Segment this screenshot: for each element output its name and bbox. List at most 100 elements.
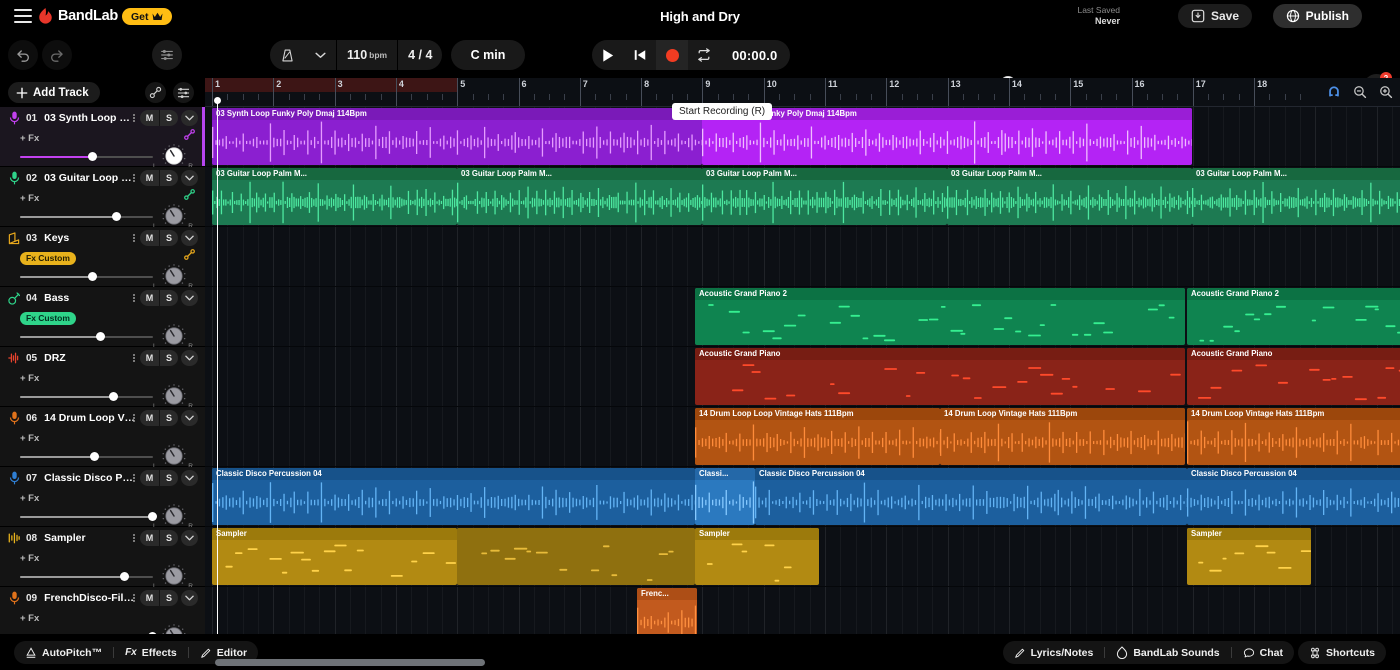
clip[interactable]: 03 Guitar Loop Palm M...	[947, 168, 1192, 225]
track-volume-knob[interactable]	[88, 152, 97, 161]
track-header[interactable]: 06 14 Drum Loop Vint... MS + FxLR	[0, 407, 205, 470]
track-fx-custom-badge[interactable]: Fx Custom	[20, 311, 76, 325]
track-add-fx-button[interactable]: + Fx	[20, 133, 39, 144]
track-solo-button[interactable]: S	[159, 110, 178, 126]
track-lane[interactable]: 03 Synth Loop Funky Poly Dmaj 114Bpm 03 S…	[205, 107, 1400, 167]
track-name[interactable]: Keys	[44, 232, 69, 244]
magnet-snap-button[interactable]	[1324, 82, 1344, 102]
track-link-icon[interactable]	[183, 188, 196, 201]
bpm-control[interactable]: 110 bpm	[336, 40, 397, 70]
clip[interactable]: Classi...	[695, 468, 755, 525]
track-name[interactable]: 03 Guitar Loop Pal...	[44, 172, 136, 184]
track-menu-button[interactable]	[129, 472, 139, 484]
save-button[interactable]: Save	[1177, 4, 1252, 28]
track-pan-knob[interactable]	[161, 623, 187, 634]
track-menu-button[interactable]	[129, 412, 139, 424]
metronome-toggle[interactable]	[270, 40, 305, 70]
bottom-button-effects[interactable]: Fx Effects	[114, 641, 188, 664]
clip[interactable]: Sampler	[212, 528, 457, 585]
track-volume-knob[interactable]	[109, 392, 118, 401]
loop-toggle-button[interactable]	[688, 40, 720, 70]
clip[interactable]: Classic Disco Percussion 04	[755, 468, 1187, 525]
track-lane[interactable]: Acoustic Grand Piano 2 Acoustic Grand Pia…	[205, 287, 1400, 347]
clip[interactable]: Acoustic Grand Piano	[695, 348, 1185, 405]
time-signature-control[interactable]: 4 / 4	[397, 40, 442, 70]
clip[interactable]: 14 Drum Loop Vintage Hats 111Bpm	[1187, 408, 1400, 465]
clip[interactable]: 03 Guitar Loop Palm M...	[1192, 168, 1400, 225]
track-name[interactable]: Classic Disco Percu...	[44, 472, 136, 484]
track-fx-custom-badge[interactable]: Fx Custom	[20, 251, 76, 265]
clip[interactable]: 14 Drum Loop Loop Vintage Hats 111Bpm	[695, 408, 940, 465]
track-lane[interactable]	[205, 227, 1400, 287]
clip[interactable]: 03 Guitar Loop Palm M...	[212, 168, 457, 225]
track-expand-button[interactable]	[181, 290, 198, 306]
track-header[interactable]: 09 FrenchDisco-Fill1_1... MS + FxLR	[0, 587, 205, 634]
record-button[interactable]	[656, 40, 688, 70]
track-mute-button[interactable]: M	[140, 470, 159, 486]
track-mute-button[interactable]: M	[140, 230, 159, 246]
track-solo-button[interactable]: S	[159, 170, 178, 186]
track-link-icon[interactable]	[183, 128, 196, 141]
clip[interactable]: 03 Guitar Loop Palm M...	[457, 168, 702, 225]
track-menu-button[interactable]	[129, 172, 139, 184]
track-menu-button[interactable]	[129, 232, 139, 244]
track-volume-slider[interactable]	[20, 452, 153, 461]
horizontal-scrollbar[interactable]	[210, 659, 1395, 666]
automation-button[interactable]	[145, 82, 166, 103]
track-volume-slider[interactable]	[20, 212, 153, 221]
add-track-button[interactable]: Add Track	[8, 82, 100, 103]
mixer-button[interactable]	[173, 82, 194, 103]
play-button[interactable]	[592, 40, 624, 70]
track-solo-button[interactable]: S	[159, 350, 178, 366]
track-link-icon[interactable]	[183, 248, 196, 261]
track-add-fx-button[interactable]: + Fx	[20, 553, 39, 564]
clip[interactable]: Sampler	[1187, 528, 1311, 585]
clip[interactable]: Classic Disco Percussion 04	[1187, 468, 1400, 525]
redo-button[interactable]	[42, 40, 72, 70]
track-volume-knob[interactable]	[90, 452, 99, 461]
time-display[interactable]: 00:00.0	[720, 40, 790, 70]
key-signature-control[interactable]: C min	[451, 40, 525, 70]
track-mute-button[interactable]: M	[140, 350, 159, 366]
clip[interactable]	[457, 528, 695, 585]
timeline-ruler[interactable]: 1 2 3 4 5 6 7 8 9 10 11 12 13 14 15 16 17 18	[205, 78, 1400, 107]
track-add-fx-button[interactable]: + Fx	[20, 193, 39, 204]
track-expand-button[interactable]	[181, 170, 198, 186]
track-header[interactable]: 08 Sampler MS + FxLR	[0, 527, 205, 590]
track-header[interactable]: 05 DRZ MS + FxLR	[0, 347, 205, 410]
track-name[interactable]: 14 Drum Loop Vint...	[44, 412, 136, 424]
clip[interactable]: 03 Synth Loop Funky Poly Dmaj 114Bpm	[702, 108, 1192, 165]
track-add-fx-button[interactable]: + Fx	[20, 613, 39, 624]
track-header[interactable]: 07 Classic Disco Percu... MS + FxLR	[0, 467, 205, 530]
track-volume-slider[interactable]	[20, 512, 157, 521]
track-expand-button[interactable]	[181, 230, 198, 246]
rewind-to-start-button[interactable]	[624, 40, 656, 70]
track-lane[interactable]: 03 Guitar Loop Palm M... 03 Guitar Loop P…	[205, 167, 1400, 227]
track-volume-slider[interactable]	[20, 152, 153, 161]
track-volume-slider[interactable]	[20, 572, 153, 581]
clip[interactable]: 03 Synth Loop Funky Poly Dmaj 114Bpm	[212, 108, 702, 165]
track-solo-button[interactable]: S	[159, 590, 178, 606]
track-menu-button[interactable]	[129, 292, 139, 304]
zoom-out-button[interactable]	[1350, 82, 1370, 102]
track-lane[interactable]: Classic Disco Percussion 04 Classi... Clas…	[205, 467, 1400, 527]
track-mute-button[interactable]: M	[140, 170, 159, 186]
track-add-fx-button[interactable]: + Fx	[20, 433, 39, 444]
clip[interactable]: 03 Guitar Loop Palm M...	[702, 168, 947, 225]
track-volume-knob[interactable]	[112, 212, 121, 221]
track-lane[interactable]: 14 Drum Loop Loop Vintage Hats 111Bpm 14 …	[205, 407, 1400, 467]
track-name[interactable]: FrenchDisco-Fill1_1...	[44, 592, 136, 604]
track-mute-button[interactable]: M	[140, 290, 159, 306]
track-lane[interactable]: Acoustic Grand Piano Acoustic Grand Piano	[205, 347, 1400, 407]
track-header[interactable]: 02 03 Guitar Loop Pal... MS + FxLR	[0, 167, 205, 230]
track-name[interactable]: 03 Synth Loop Fun...	[44, 112, 136, 124]
undo-button[interactable]	[8, 40, 38, 70]
track-expand-button[interactable]	[181, 470, 198, 486]
bottom-button-autopitch[interactable]: AutoPitch™	[14, 641, 113, 664]
clip[interactable]: Acoustic Grand Piano	[1187, 348, 1400, 405]
zoom-in-button[interactable]	[1376, 82, 1396, 102]
clip[interactable]: 14 Drum Loop Vintage Hats 111Bpm	[940, 408, 1185, 465]
track-header[interactable]: 01 03 Synth Loop Fun... MS + FxLR	[0, 107, 205, 170]
track-expand-button[interactable]	[181, 410, 198, 426]
track-volume-knob[interactable]	[96, 332, 105, 341]
